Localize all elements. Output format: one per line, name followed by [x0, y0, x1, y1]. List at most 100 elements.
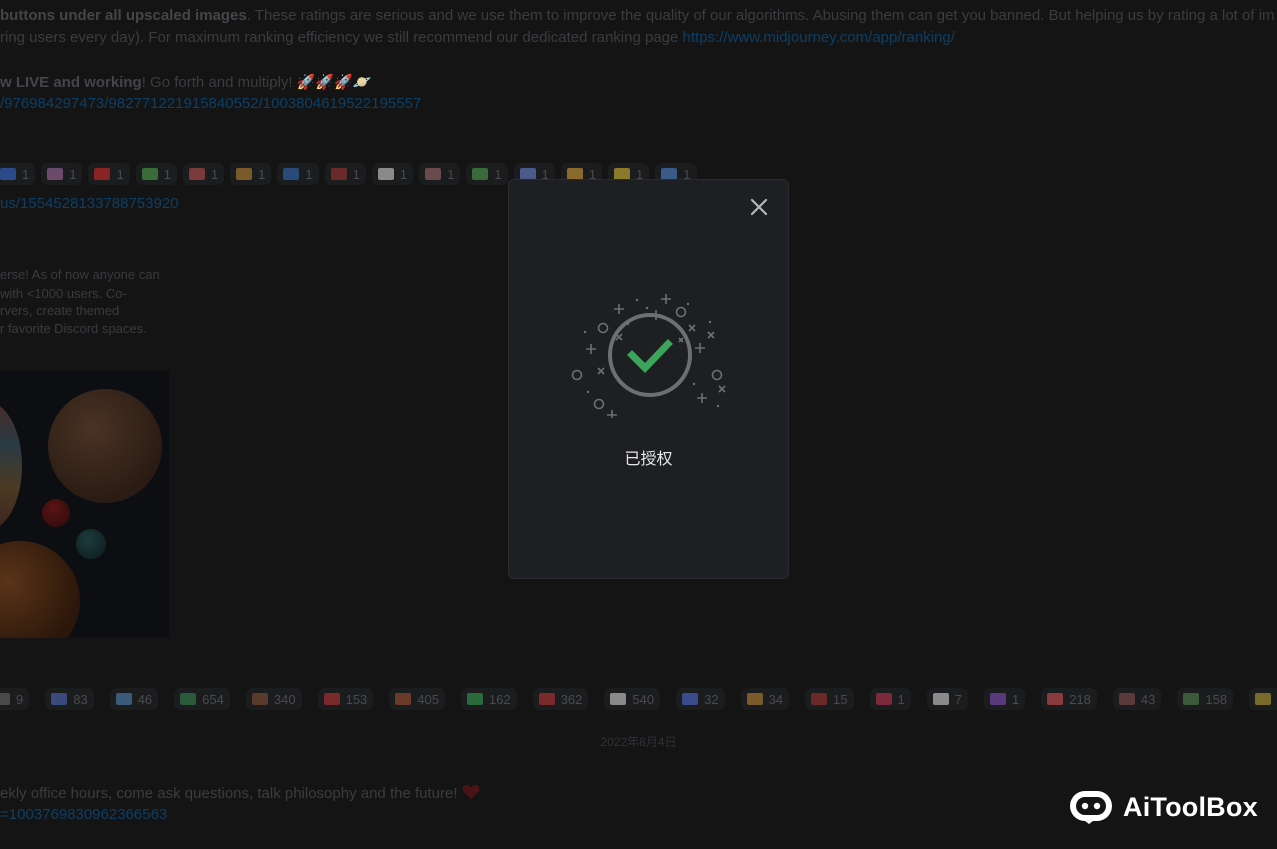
close-button[interactable] — [748, 196, 770, 218]
reaction-count: 15 — [833, 691, 848, 707]
reaction-button[interactable]: 362 — [532, 688, 589, 710]
reaction-button[interactable]: 1 — [419, 163, 461, 185]
reaction-emoji-icon — [180, 693, 197, 705]
reaction-count: 1 — [305, 166, 313, 182]
reaction-emoji-icon — [1255, 693, 1272, 705]
reaction-button[interactable]: 1 — [88, 163, 130, 185]
reaction-count: 1 — [163, 166, 171, 182]
reaction-emoji-icon — [94, 168, 111, 180]
reaction-button[interactable]: 540 — [604, 688, 661, 710]
message-line: ekly office hours, come ask questions, t… — [0, 784, 480, 802]
reaction-count: 43 — [1140, 691, 1156, 707]
message-line: w LIVE and working! Go forth and multipl… — [0, 73, 371, 91]
reaction-count: 654 — [202, 691, 224, 707]
reaction-button[interactable]: 1 — [466, 163, 508, 185]
reaction-button[interactable]: 153 — [317, 688, 374, 710]
reaction-emoji-icon — [989, 693, 1006, 705]
reaction-emoji-icon — [1047, 693, 1064, 705]
reaction-count: 1 — [116, 166, 124, 182]
reaction-count: 1 — [897, 691, 905, 707]
reaction-count: 1 — [210, 166, 219, 182]
checkmark-icon — [627, 339, 673, 374]
reaction-button[interactable]: 83 — [45, 688, 94, 710]
reaction-button[interactable]: 1 — [324, 163, 366, 185]
reaction-emoji-icon — [466, 693, 483, 705]
reaction-emoji-icon — [115, 693, 132, 705]
reaction-count: 1 — [494, 166, 502, 182]
reaction-button[interactable]: 1 — [869, 688, 911, 710]
reaction-emoji-icon — [1183, 693, 1200, 705]
reaction-button[interactable]: 34 — [740, 688, 790, 710]
reaction-emoji-icon — [0, 168, 16, 180]
reaction-count: 162 — [488, 691, 511, 707]
reaction-button[interactable]: 218 — [1041, 688, 1097, 710]
reaction-count: 158 — [1205, 691, 1228, 707]
reaction-emoji-icon — [251, 693, 268, 705]
message-link[interactable]: /976984297473/982771221915840552/1003804… — [0, 95, 421, 112]
reaction-button[interactable]: 1 — [983, 688, 1026, 710]
reaction-button[interactable]: 1 — [371, 163, 414, 185]
reaction-button[interactable]: 1 — [277, 163, 319, 185]
reaction-button[interactable]: 9 — [0, 688, 30, 710]
message-link[interactable]: =1003769830962366563 — [0, 806, 167, 823]
message-line: buttons under all upscaled images. These… — [0, 7, 1275, 24]
robot-logo-icon — [1070, 791, 1112, 824]
embed-description-line: rvers, create themed — [0, 303, 120, 318]
reaction-button[interactable]: 162 — [460, 688, 517, 710]
reaction-button[interactable]: 15 — [805, 688, 854, 710]
reaction-emoji-icon — [811, 693, 828, 705]
reaction-emoji-icon — [875, 693, 892, 705]
reaction-emoji-icon — [610, 693, 627, 705]
reaction-button[interactable]: 405 — [389, 688, 445, 710]
reaction-emoji-icon — [538, 693, 555, 705]
authorized-success-illustration — [571, 294, 726, 418]
reaction-emoji-icon — [1118, 693, 1135, 705]
reaction-button[interactable]: 1 — [0, 163, 36, 185]
message-bold-text: buttons under all upscaled images — [0, 7, 247, 24]
reaction-count: 153 — [345, 691, 368, 707]
ranking-link[interactable]: https://www.midjourney.com/app/ranking/ — [683, 29, 955, 46]
authorized-status-text: 已授权 — [624, 449, 673, 468]
reaction-button[interactable]: 4 — [1249, 688, 1277, 710]
reaction-button[interactable]: 1 — [135, 163, 177, 185]
planet-shape — [48, 389, 162, 503]
reaction-button[interactable]: 32 — [676, 688, 725, 710]
reaction-emoji-icon — [323, 693, 340, 705]
planet-shape — [76, 529, 106, 559]
reaction-button[interactable]: 654 — [174, 688, 230, 710]
reaction-button[interactable]: 7 — [926, 688, 968, 710]
message-line: ring users every day). For maximum ranki… — [0, 29, 955, 46]
reaction-emoji-icon — [395, 693, 412, 705]
reaction-count: 1 — [1011, 691, 1020, 707]
close-icon[interactable] — [750, 198, 768, 216]
reaction-button[interactable]: 1 — [230, 163, 272, 185]
reaction-emoji-icon — [283, 168, 300, 180]
message-text: . These ratings are serious and we use t… — [246, 7, 1275, 24]
reaction-emoji-icon — [472, 168, 489, 180]
message-link[interactable]: us/1554528133788753920 — [0, 195, 179, 212]
reaction-count: 9 — [16, 691, 24, 707]
heart-icon — [462, 784, 480, 800]
reaction-button[interactable]: 158 — [1177, 688, 1234, 710]
planet-shape — [0, 541, 80, 638]
reaction-count: 7 — [954, 691, 962, 707]
page: buttons under all upscaled images. These… — [0, 0, 1277, 849]
message-text: ! Go forth and multiply! 🚀🚀🚀🪐 — [141, 74, 372, 91]
reaction-button[interactable]: 43 — [1112, 688, 1162, 710]
reaction-emoji-icon — [932, 693, 949, 705]
embed-description-line: with <1000 users. Co- — [0, 286, 127, 301]
planet-shape — [0, 401, 22, 531]
reaction-button[interactable]: 46 — [109, 688, 159, 710]
message-bold-text: w LIVE and working — [0, 74, 142, 91]
reaction-count: 1 — [447, 166, 455, 182]
reaction-button[interactable]: 1 — [182, 163, 225, 185]
reaction-count: 34 — [768, 691, 784, 707]
planet-shape — [42, 499, 70, 527]
message-text: ring users every day). For maximum ranki… — [0, 29, 683, 46]
reaction-count: 83 — [73, 691, 88, 707]
success-ring — [608, 313, 692, 397]
reaction-button[interactable]: 1 — [41, 163, 83, 185]
reaction-count: 218 — [1069, 691, 1091, 707]
reaction-button[interactable]: 340 — [245, 688, 302, 710]
embed-image[interactable] — [0, 371, 169, 638]
